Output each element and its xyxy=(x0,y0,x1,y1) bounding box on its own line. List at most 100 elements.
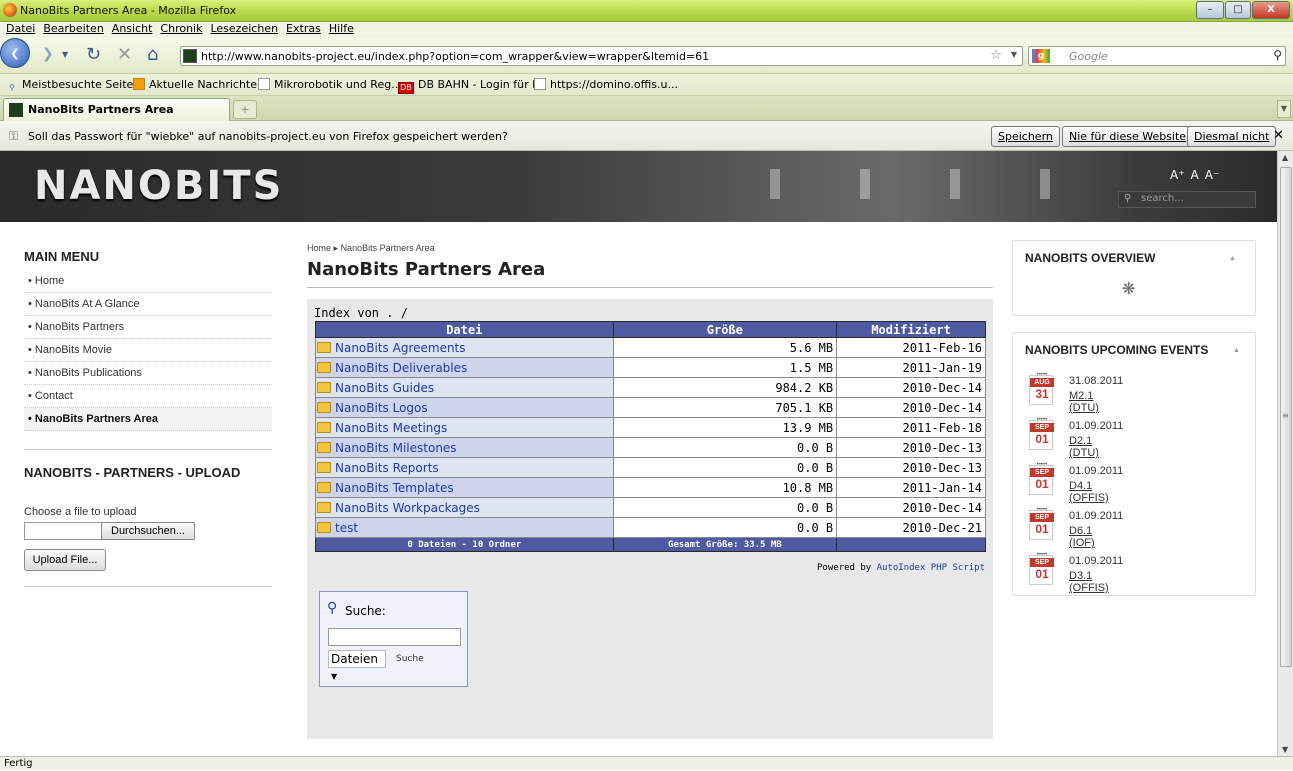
font-reset-button[interactable]: A xyxy=(1191,168,1199,182)
back-button[interactable]: ❮ xyxy=(0,38,30,68)
folder-link[interactable]: NanoBits Guides xyxy=(335,381,434,395)
event-link[interactable]: D4.1 (OFFIS) xyxy=(1069,480,1109,504)
column-header-file[interactable]: Datei xyxy=(315,321,614,338)
menu-hilfe[interactable]: Hilfe xyxy=(329,22,354,35)
folder-link[interactable]: NanoBits Deliverables xyxy=(335,361,467,375)
font-increase-button[interactable]: A⁺ xyxy=(1170,168,1185,182)
event-link[interactable]: M2.1 (DTU) xyxy=(1069,390,1099,414)
table-row: NanoBits Reports 0.0 B 2010-Dec-13 xyxy=(315,457,986,478)
file-search-button[interactable]: Suche xyxy=(396,654,424,664)
event-day: 31 xyxy=(1035,387,1049,401)
folder-link[interactable]: NanoBits Workpackages xyxy=(335,501,480,515)
divider xyxy=(24,586,272,587)
menu-chronik[interactable]: Chronik xyxy=(160,22,202,35)
breadcrumb: Home ▸ NanoBits Partners Area xyxy=(307,243,435,254)
browser-search-input[interactable]: g Google ⚲ xyxy=(1028,46,1286,66)
sidebar-item-movie[interactable]: • NanoBits Movie xyxy=(24,339,272,362)
file-size-cell: 0.0 B xyxy=(612,517,838,538)
site-logo[interactable]: NANOBITS xyxy=(34,163,283,209)
minimize-button[interactable]: – xyxy=(1196,1,1224,19)
table-row: NanoBits Workpackages 0.0 B 2010-Dec-14 xyxy=(315,497,986,518)
column-header-size[interactable]: Größe xyxy=(612,321,838,338)
google-icon[interactable]: g xyxy=(1032,49,1050,63)
event-link[interactable]: D6.1 (IOF) xyxy=(1069,525,1095,549)
folder-link[interactable]: NanoBits Logos xyxy=(335,401,428,415)
sidebar-item-home[interactable]: • Home xyxy=(24,270,272,293)
event-link[interactable]: D3.1 (OFFIS) xyxy=(1069,570,1109,594)
close-button[interactable]: X xyxy=(1252,1,1290,19)
autoindex-link[interactable]: AutoIndex PHP Script xyxy=(877,563,985,573)
file-search-select[interactable]: Dateien ▼ xyxy=(328,650,386,681)
url-dropdown-icon[interactable]: ▼ xyxy=(1011,50,1017,59)
bookmark-news[interactable]: Aktuelle Nachrichten xyxy=(133,78,264,91)
file-table: Datei Größe Modifiziert NanoBits Agreeme… xyxy=(315,321,986,552)
save-password-button[interactable]: Speichern xyxy=(991,126,1060,147)
bookmark-most-visited[interactable]: ⚲ Meistbesuchte Seiten xyxy=(6,78,140,95)
browse-button[interactable]: Durchsuchen... xyxy=(101,522,195,540)
sidebar-item-publications[interactable]: • NanoBits Publications xyxy=(24,362,272,385)
tab-list-dropdown-icon[interactable]: ▼ xyxy=(1277,100,1291,118)
history-dropdown-icon[interactable]: ▼ xyxy=(62,50,68,59)
url-bar[interactable]: http://www.nanobits-project.eu/index.php… xyxy=(180,46,1023,66)
page-scrollbar[interactable]: ▲ ≡ ▼ xyxy=(1277,151,1293,756)
event-date: 01.09.2011 xyxy=(1069,510,1124,522)
firefox-icon xyxy=(3,3,17,17)
bookmark-domino[interactable]: https://domino.offis.u... xyxy=(534,78,678,91)
table-header-row: Datei Größe Modifiziert xyxy=(315,321,986,338)
home-icon[interactable]: ⌂ xyxy=(147,44,158,65)
font-decrease-button[interactable]: A⁻ xyxy=(1205,168,1220,182)
upload-file-field[interactable] xyxy=(24,522,102,540)
site-search-placeholder: search... xyxy=(1141,193,1184,204)
folder-link[interactable]: NanoBits Reports xyxy=(335,461,439,475)
sidebar-item-contact[interactable]: • Contact xyxy=(24,385,272,408)
event-link[interactable]: D2.1 (DTU) xyxy=(1069,435,1099,459)
scroll-down-icon[interactable]: ▼ xyxy=(1282,745,1288,754)
menu-ansicht[interactable]: Ansicht xyxy=(112,22,153,35)
sidebar-item-partners[interactable]: • NanoBits Partners xyxy=(24,316,272,339)
never-save-button[interactable]: Nie für diese Website xyxy=(1062,126,1194,147)
file-size-cell: 13.9 MB xyxy=(612,417,838,438)
forward-button[interactable]: ❯ xyxy=(42,46,54,62)
sidebar-item-at-a-glance[interactable]: • NanoBits At A Glance xyxy=(24,293,272,316)
upload-title: NANOBITS - PARTNERS - UPLOAD xyxy=(24,465,241,480)
bookmark-star-icon[interactable]: ☆ xyxy=(990,48,1002,63)
tab-active[interactable]: NanoBits Partners Area xyxy=(3,98,230,121)
menu-lesezeichen[interactable]: Lesezeichen xyxy=(210,22,278,35)
breadcrumb-separator-icon: ▸ xyxy=(333,243,341,253)
folder-link[interactable]: NanoBits Agreements xyxy=(335,341,466,355)
footer-total: Gesamt Größe: 33.5 MB xyxy=(612,537,838,552)
maximize-button[interactable]: □ xyxy=(1225,1,1251,19)
menu-extras[interactable]: Extras xyxy=(286,22,321,35)
file-search-input[interactable] xyxy=(328,628,461,646)
bookmark-db-bahn[interactable]: DB DB BAHN - Login für F... xyxy=(398,78,547,94)
event-month: AUG xyxy=(1030,378,1054,387)
stop-icon[interactable]: ✕ xyxy=(117,44,132,65)
footer-empty xyxy=(836,537,986,552)
bookmarks-toolbar: ⚲ Meistbesuchte Seiten Aktuelle Nachricht… xyxy=(0,74,1293,96)
folder-link[interactable]: test xyxy=(335,521,358,535)
breadcrumb-home[interactable]: Home xyxy=(307,243,331,253)
folder-link[interactable]: NanoBits Meetings xyxy=(335,421,447,435)
collapse-arrow-icon[interactable]: ▲ xyxy=(1233,347,1240,354)
column-header-modified[interactable]: Modifiziert xyxy=(836,321,986,338)
upload-file-button[interactable]: Upload File... xyxy=(24,549,106,571)
folder-link[interactable]: NanoBits Milestones xyxy=(335,441,457,455)
file-modified-cell: 2010-Dec-14 xyxy=(836,377,986,398)
page-icon xyxy=(534,78,546,90)
site-search-input[interactable]: ⚲ search... xyxy=(1118,191,1256,208)
new-tab-button[interactable]: + xyxy=(233,100,257,119)
collapse-arrow-icon[interactable]: ▲ xyxy=(1229,255,1236,262)
bookmark-mikrorobotik[interactable]: Mikrorobotik und Reg... xyxy=(258,78,402,91)
menu-bearbeiten[interactable]: Bearbeiten xyxy=(43,22,103,35)
reload-icon[interactable]: ↻ xyxy=(86,44,101,65)
scroll-up-icon[interactable]: ▲ xyxy=(1282,153,1288,162)
sidebar-item-partners-area[interactable]: • NanoBits Partners Area xyxy=(24,408,272,431)
search-icon[interactable]: ⚲ xyxy=(1273,48,1282,62)
not-now-button[interactable]: Diesmal nicht xyxy=(1187,126,1277,147)
menu-datei[interactable]: Datei xyxy=(6,22,35,35)
file-modified-cell: 2010-Dec-14 xyxy=(836,397,986,418)
table-row: test 0.0 B 2010-Dec-21 xyxy=(315,517,986,538)
folder-icon xyxy=(317,461,331,473)
close-notification-icon[interactable]: ✕ xyxy=(1273,128,1284,143)
folder-link[interactable]: NanoBits Templates xyxy=(335,481,454,495)
